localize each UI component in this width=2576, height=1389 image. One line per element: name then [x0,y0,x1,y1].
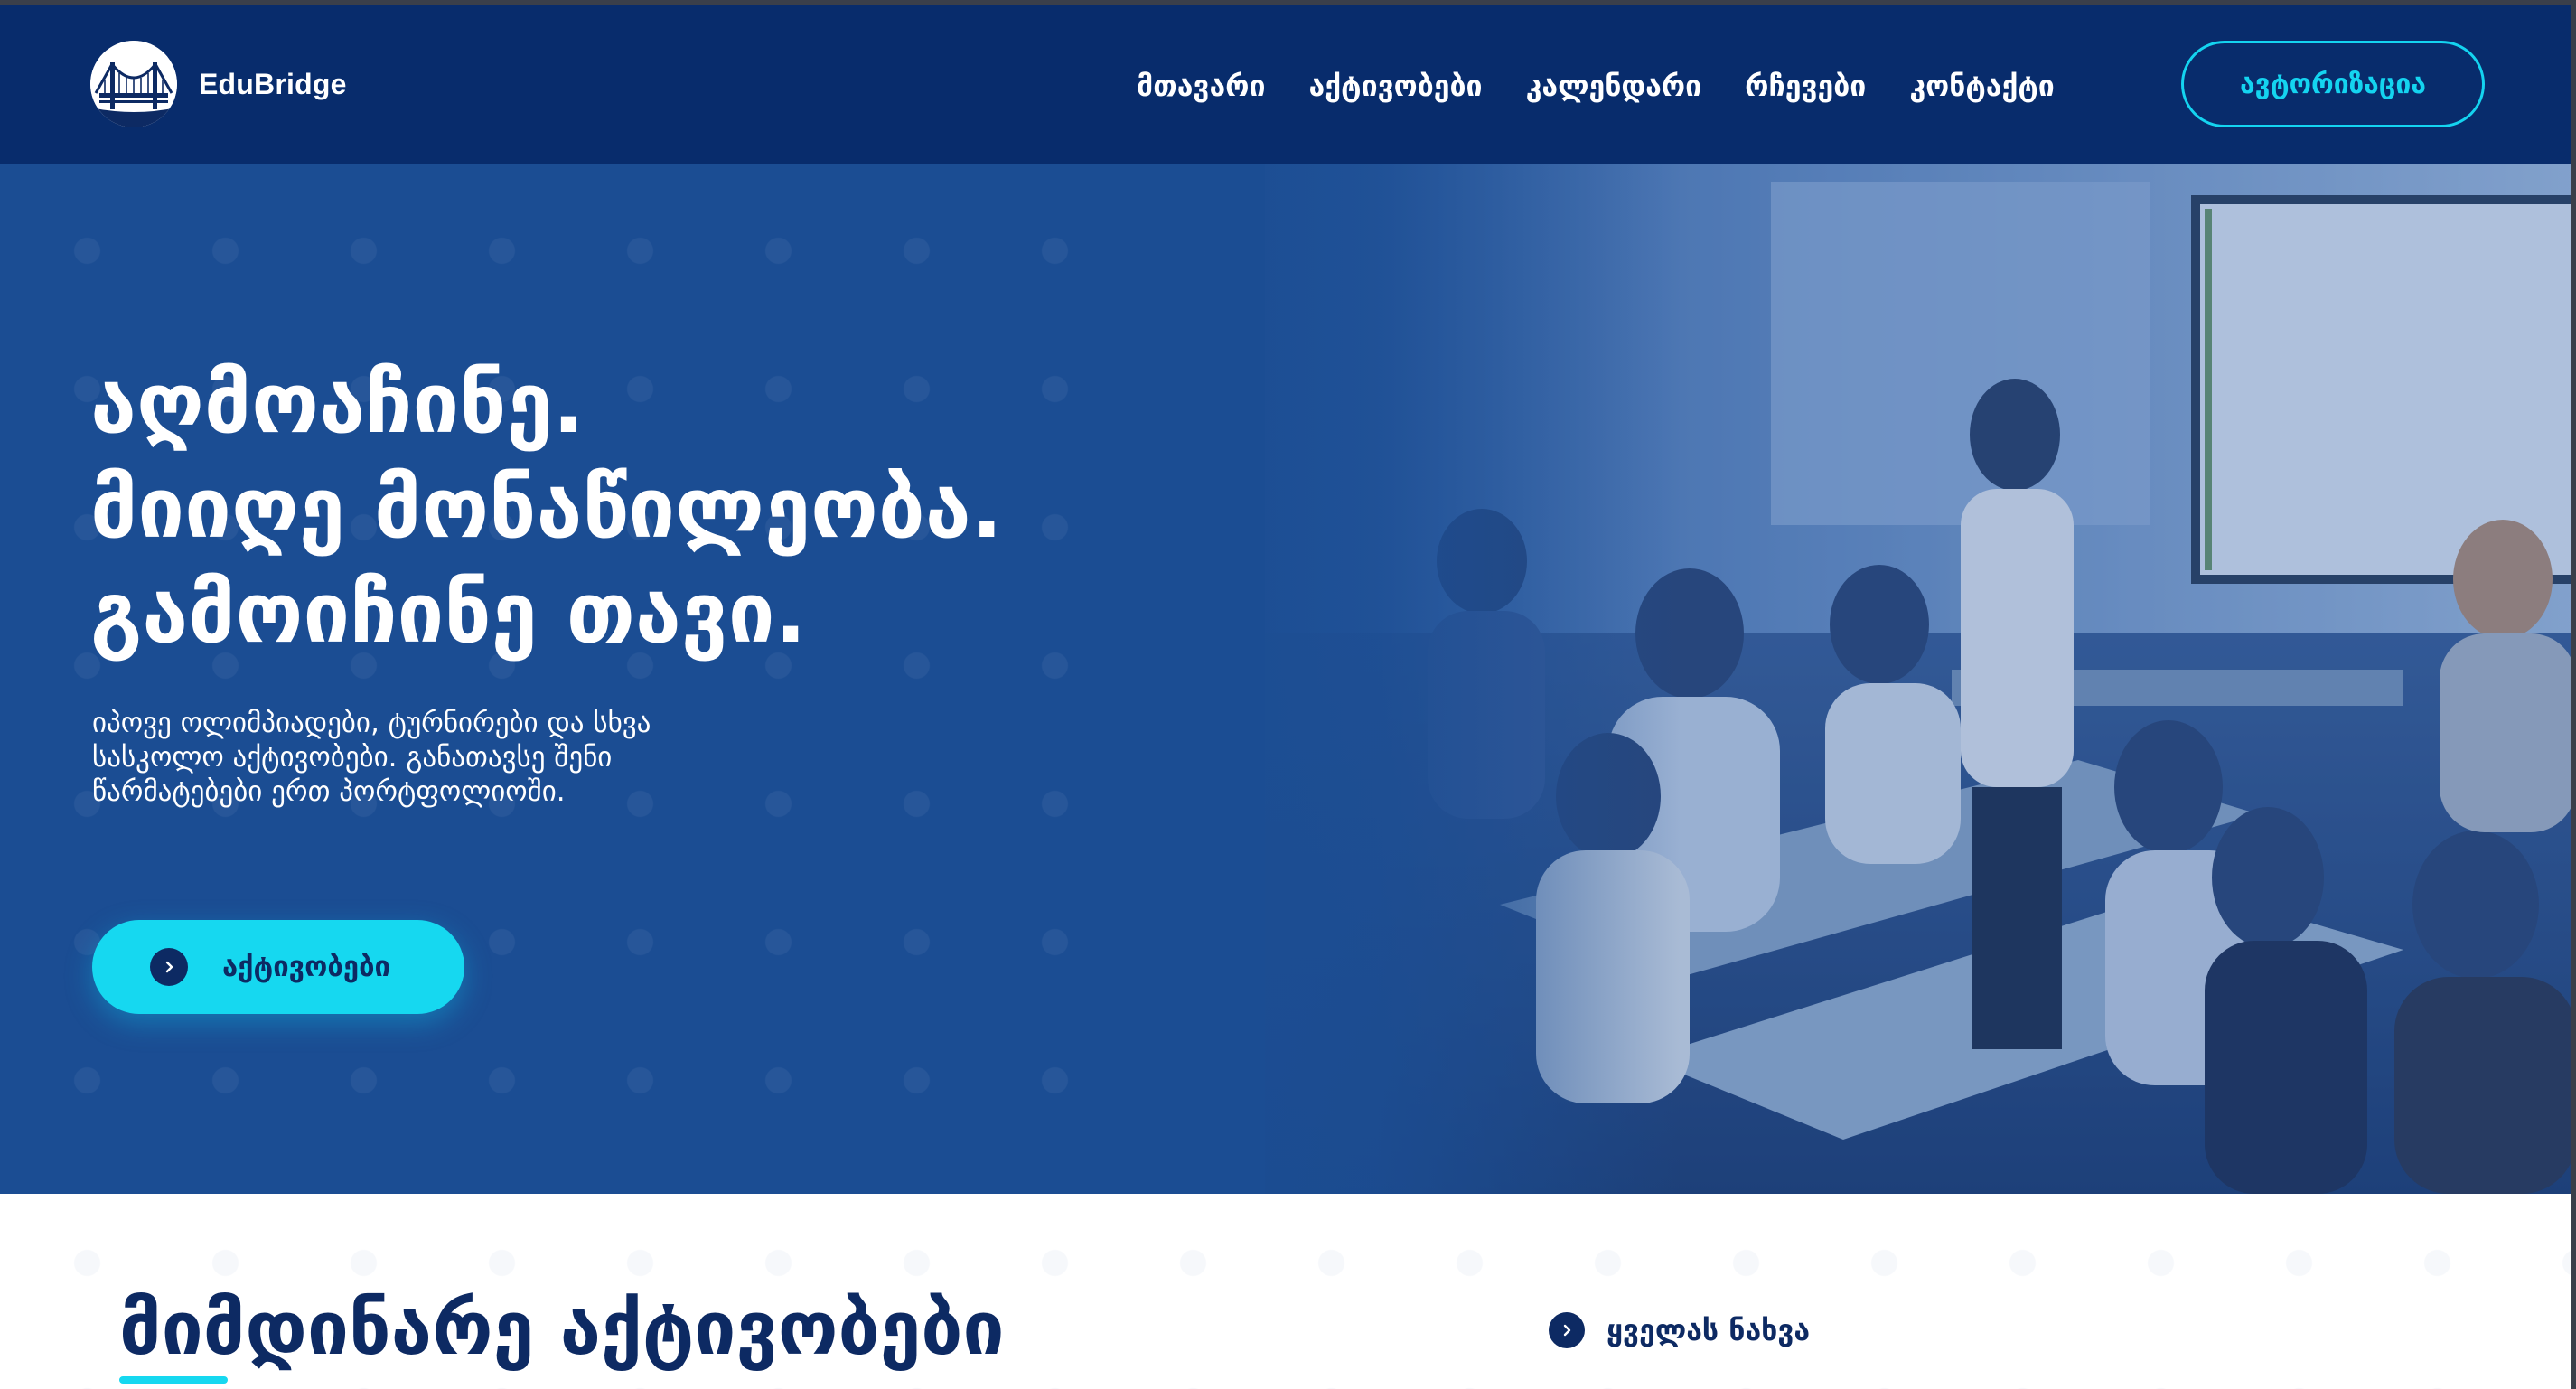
section-title: მიმდინარე აქტივობები [119,1286,1005,1372]
nav-item-contact[interactable]: კონტაქტი [1909,66,2055,106]
activities-cta-button[interactable]: აქტივობები [92,920,464,1014]
chevron-right-icon [1549,1312,1585,1348]
hero-section: აღმოაჩინე. მიიღე მონაწილეობა. გამოიჩინე … [0,164,2576,1194]
hero-title-line: აღმოაჩინე. [90,355,585,452]
hero-title-line: გამოიჩინე თავი. [90,565,807,662]
brand[interactable]: EduBridge [90,41,347,127]
nav-item-tips[interactable]: რჩევები [1745,66,1866,106]
chevron-right-icon [150,948,188,986]
nav-item-home[interactable]: მთავარი [1137,66,1266,106]
bridge-logo-icon[interactable] [90,41,177,127]
hero-photo-fade [1175,164,1681,1194]
hero-title-line: მიიღე მონაწილეობა. [90,460,1003,557]
title-underline [119,1376,228,1384]
login-button[interactable]: ავტორიზაცია [2181,41,2485,127]
hero-title: აღმოაჩინე. მიიღე მონაწილეობა. გამოიჩინე … [90,352,1003,666]
brand-name: EduBridge [199,67,347,100]
main-nav: მთავარი აქტივობები კალენდარი რჩევები კონ… [1137,66,2055,106]
cta-label: აქტივობები [222,951,391,983]
page: EduBridge მთავარი აქტივობები კალენდარი რ… [0,0,2576,1389]
current-activities-section: მიმდინარე აქტივობები ყველას ნახვა [0,1194,2576,1389]
site-header: EduBridge მთავარი აქტივობები კალენდარი რ… [0,5,2576,164]
nav-item-activities[interactable]: აქტივობები [1309,66,1483,106]
nav-item-calendar[interactable]: კალენდარი [1526,66,1702,106]
window-right-border [2571,0,2576,1389]
see-all-label: ყველას ნახვა [1606,1313,1811,1347]
hero-description: იპოვე ოლიმპიადები, ტურნირები და სხვა სას… [92,707,651,808]
see-all-link[interactable]: ყველას ნახვა [1549,1312,1810,1348]
